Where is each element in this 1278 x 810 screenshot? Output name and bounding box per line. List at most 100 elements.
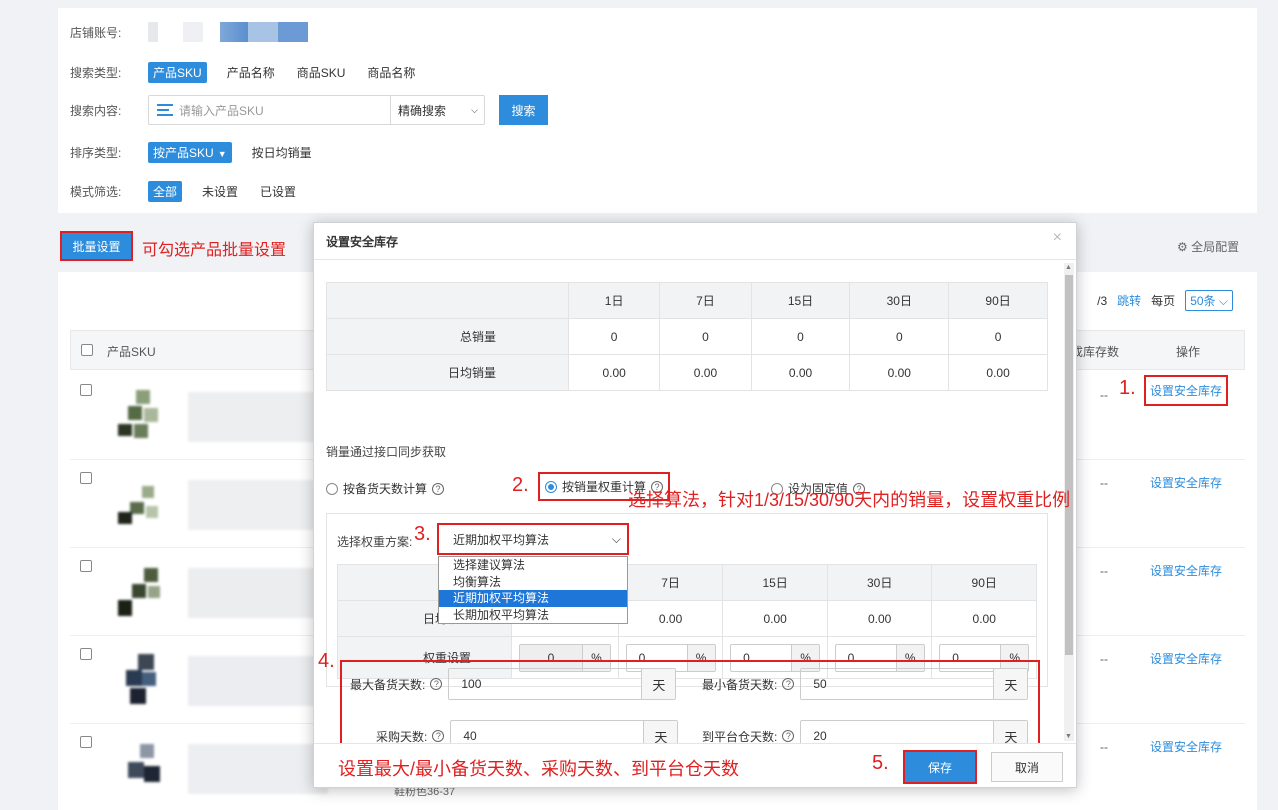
jump-link[interactable]: 跳转: [1117, 292, 1141, 309]
caret-down-icon: ▼: [217, 149, 227, 159]
search-type-product-sku[interactable]: 产品SKU: [148, 62, 207, 83]
set-safety-stock-link[interactable]: 设置安全库存: [1150, 738, 1222, 755]
page-size-value: 50条: [1190, 294, 1216, 308]
page-size-select[interactable]: 50条 ⌵: [1185, 290, 1233, 311]
daily-sales-cell: 0.00: [948, 354, 1048, 391]
sales-table: 1日 7日 15日 30日 90日 总销量 0 0 0 0 0 日均销量 0.0…: [326, 282, 1048, 391]
weight-daily-cell: 0.00: [826, 600, 933, 637]
select-all-checkbox[interactable]: [81, 344, 93, 356]
max-stock-days-input[interactable]: 100 天: [448, 668, 677, 700]
chevron-down-icon: ⌵: [611, 531, 621, 546]
annotation-step-5: 5.: [872, 752, 889, 774]
help-icon[interactable]: ?: [432, 730, 445, 742]
row-checkbox[interactable]: [80, 736, 92, 748]
stock-dash: --: [1100, 740, 1108, 754]
daily-sales-cell: 0.00: [567, 354, 661, 391]
radio-dot-selected: [545, 480, 557, 493]
sort-by-daily-sales[interactable]: 按日均销量: [252, 144, 312, 161]
daily-sales-cell: 0.00: [750, 354, 851, 391]
purchase-days-value: 40: [463, 729, 477, 743]
stock-dash: --: [1100, 388, 1108, 402]
scroll-up-icon[interactable]: ▲: [1065, 264, 1072, 271]
purchase-days-input[interactable]: 40 天: [450, 720, 679, 744]
search-type-product-name[interactable]: 产品名称: [227, 64, 275, 81]
col-stock: 成库存数: [1071, 345, 1120, 359]
global-config-label: 全局配置: [1191, 240, 1240, 254]
total-sales-cell: 0: [750, 318, 851, 355]
product-thumbnail: [118, 560, 328, 626]
save-button[interactable]: 保存: [903, 750, 977, 784]
search-mode-value: 精确搜索: [398, 103, 447, 118]
global-config-link[interactable]: ⚙ 全局配置: [1177, 238, 1239, 255]
batch-input-icon[interactable]: [157, 104, 173, 116]
weight-option[interactable]: 均衡算法: [439, 574, 627, 591]
mode-label: 模式筛选:: [70, 185, 122, 199]
search-type-label: 搜索类型:: [70, 66, 122, 80]
weight-scheme-select[interactable]: 近期加权平均算法 ⌵: [437, 523, 629, 555]
search-input[interactable]: 请输入产品SKU 精确搜索 ⌵: [148, 95, 485, 125]
sort-by-sku-label: 按产品SKU: [153, 146, 214, 160]
annotation-step-2: 2.: [512, 474, 529, 496]
help-icon[interactable]: ?: [432, 482, 445, 495]
scroll-down-icon[interactable]: ▼: [1065, 733, 1072, 740]
weight-scheme-value: 近期加权平均算法: [453, 532, 550, 547]
weight-option[interactable]: 选择建议算法: [439, 557, 627, 574]
search-type-goods-sku[interactable]: 商品SKU: [297, 64, 346, 81]
sales-header-15d: 15日: [750, 282, 851, 319]
batch-set-button[interactable]: 批量设置: [60, 231, 133, 261]
weight-daily-cell: 0.00: [722, 600, 828, 637]
row-checkbox[interactable]: [80, 648, 92, 660]
page-indicator: /3: [1097, 293, 1108, 308]
row-checkbox[interactable]: [80, 384, 92, 396]
purchase-days-field: 采购天数:? 40 天: [376, 720, 679, 745]
day-unit: 天: [993, 669, 1028, 699]
help-icon[interactable]: ?: [430, 678, 443, 690]
per-page-label: 每页: [1151, 294, 1176, 308]
set-safety-stock-link[interactable]: 设置安全库存: [1150, 650, 1222, 667]
weight-scheme-dropdown: 选择建议算法 均衡算法 近期加权平均算法 长期加权平均算法: [438, 556, 628, 624]
store-row: 店铺账号:: [70, 22, 308, 42]
max-stock-days-field: 最大备货天数:? 100 天: [350, 668, 677, 700]
arrival-days-input[interactable]: 20 天: [800, 720, 1029, 744]
sort-by-sku[interactable]: 按产品SKU ▼: [148, 142, 232, 163]
mode-set[interactable]: 已设置: [260, 183, 296, 200]
sales-header-blank: [326, 282, 569, 319]
weight-option[interactable]: 长期加权平均算法: [439, 607, 627, 624]
arrival-days-field: 到平台仓天数:? 20 天: [702, 720, 1029, 744]
min-stock-days-input[interactable]: 50 天: [800, 668, 1029, 700]
stock-dash: --: [1100, 652, 1108, 666]
purchase-days-label-text: 采购天数:: [376, 729, 428, 744]
purchase-days-label: 采购天数:?: [376, 728, 445, 745]
search-button[interactable]: 搜索: [499, 95, 548, 125]
sales-header-1d: 1日: [567, 282, 661, 319]
weight-header-90d: 90日: [931, 564, 1037, 601]
mode-unset[interactable]: 未设置: [202, 183, 238, 200]
set-safety-stock-link[interactable]: 设置安全库存: [1144, 375, 1229, 406]
total-sales-cell: 0: [567, 318, 661, 355]
weight-option-selected[interactable]: 近期加权平均算法: [439, 590, 627, 607]
modal-footer: 设置最大/最小备货天数、采购天数、到平台仓天数 5. 保存 取消: [314, 743, 1076, 787]
sales-source-note: 销量通过接口同步获取: [326, 445, 447, 459]
scrollbar-thumb[interactable]: [1065, 275, 1073, 655]
min-stock-days-label: 最小备货天数:?: [702, 676, 795, 693]
min-stock-days-value: 50: [813, 677, 827, 691]
cancel-button[interactable]: 取消: [991, 752, 1063, 782]
search-type-goods-name[interactable]: 商品名称: [367, 64, 415, 81]
max-stock-days-label-text: 最大备货天数:: [350, 677, 426, 692]
filter-panel: 店铺账号: 搜索类型: 产品SKU 产品名称 商品SKU 商品名称 搜索内容: …: [58, 8, 1257, 213]
mode-all[interactable]: 全部: [148, 181, 183, 202]
search-mode-select[interactable]: 精确搜索 ⌵: [390, 96, 484, 124]
total-sales-cell: 0: [948, 318, 1048, 355]
set-safety-stock-link[interactable]: 设置安全库存: [1150, 474, 1222, 491]
gear-icon: ⚙: [1177, 240, 1188, 254]
row-checkbox[interactable]: [80, 472, 92, 484]
col-sku: 产品SKU: [107, 345, 156, 359]
search-type-row: 搜索类型: 产品SKU 产品名称 商品SKU 商品名称: [70, 62, 437, 83]
help-icon[interactable]: ?: [782, 730, 795, 742]
help-icon[interactable]: ?: [782, 678, 795, 690]
radio-by-stock-days[interactable]: 按备货天数计算 ?: [326, 480, 445, 497]
row-checkbox[interactable]: [80, 560, 92, 572]
close-icon[interactable]: ×: [1053, 229, 1062, 247]
annotation-step-4: 4.: [318, 650, 335, 672]
set-safety-stock-link[interactable]: 设置安全库存: [1150, 562, 1222, 579]
